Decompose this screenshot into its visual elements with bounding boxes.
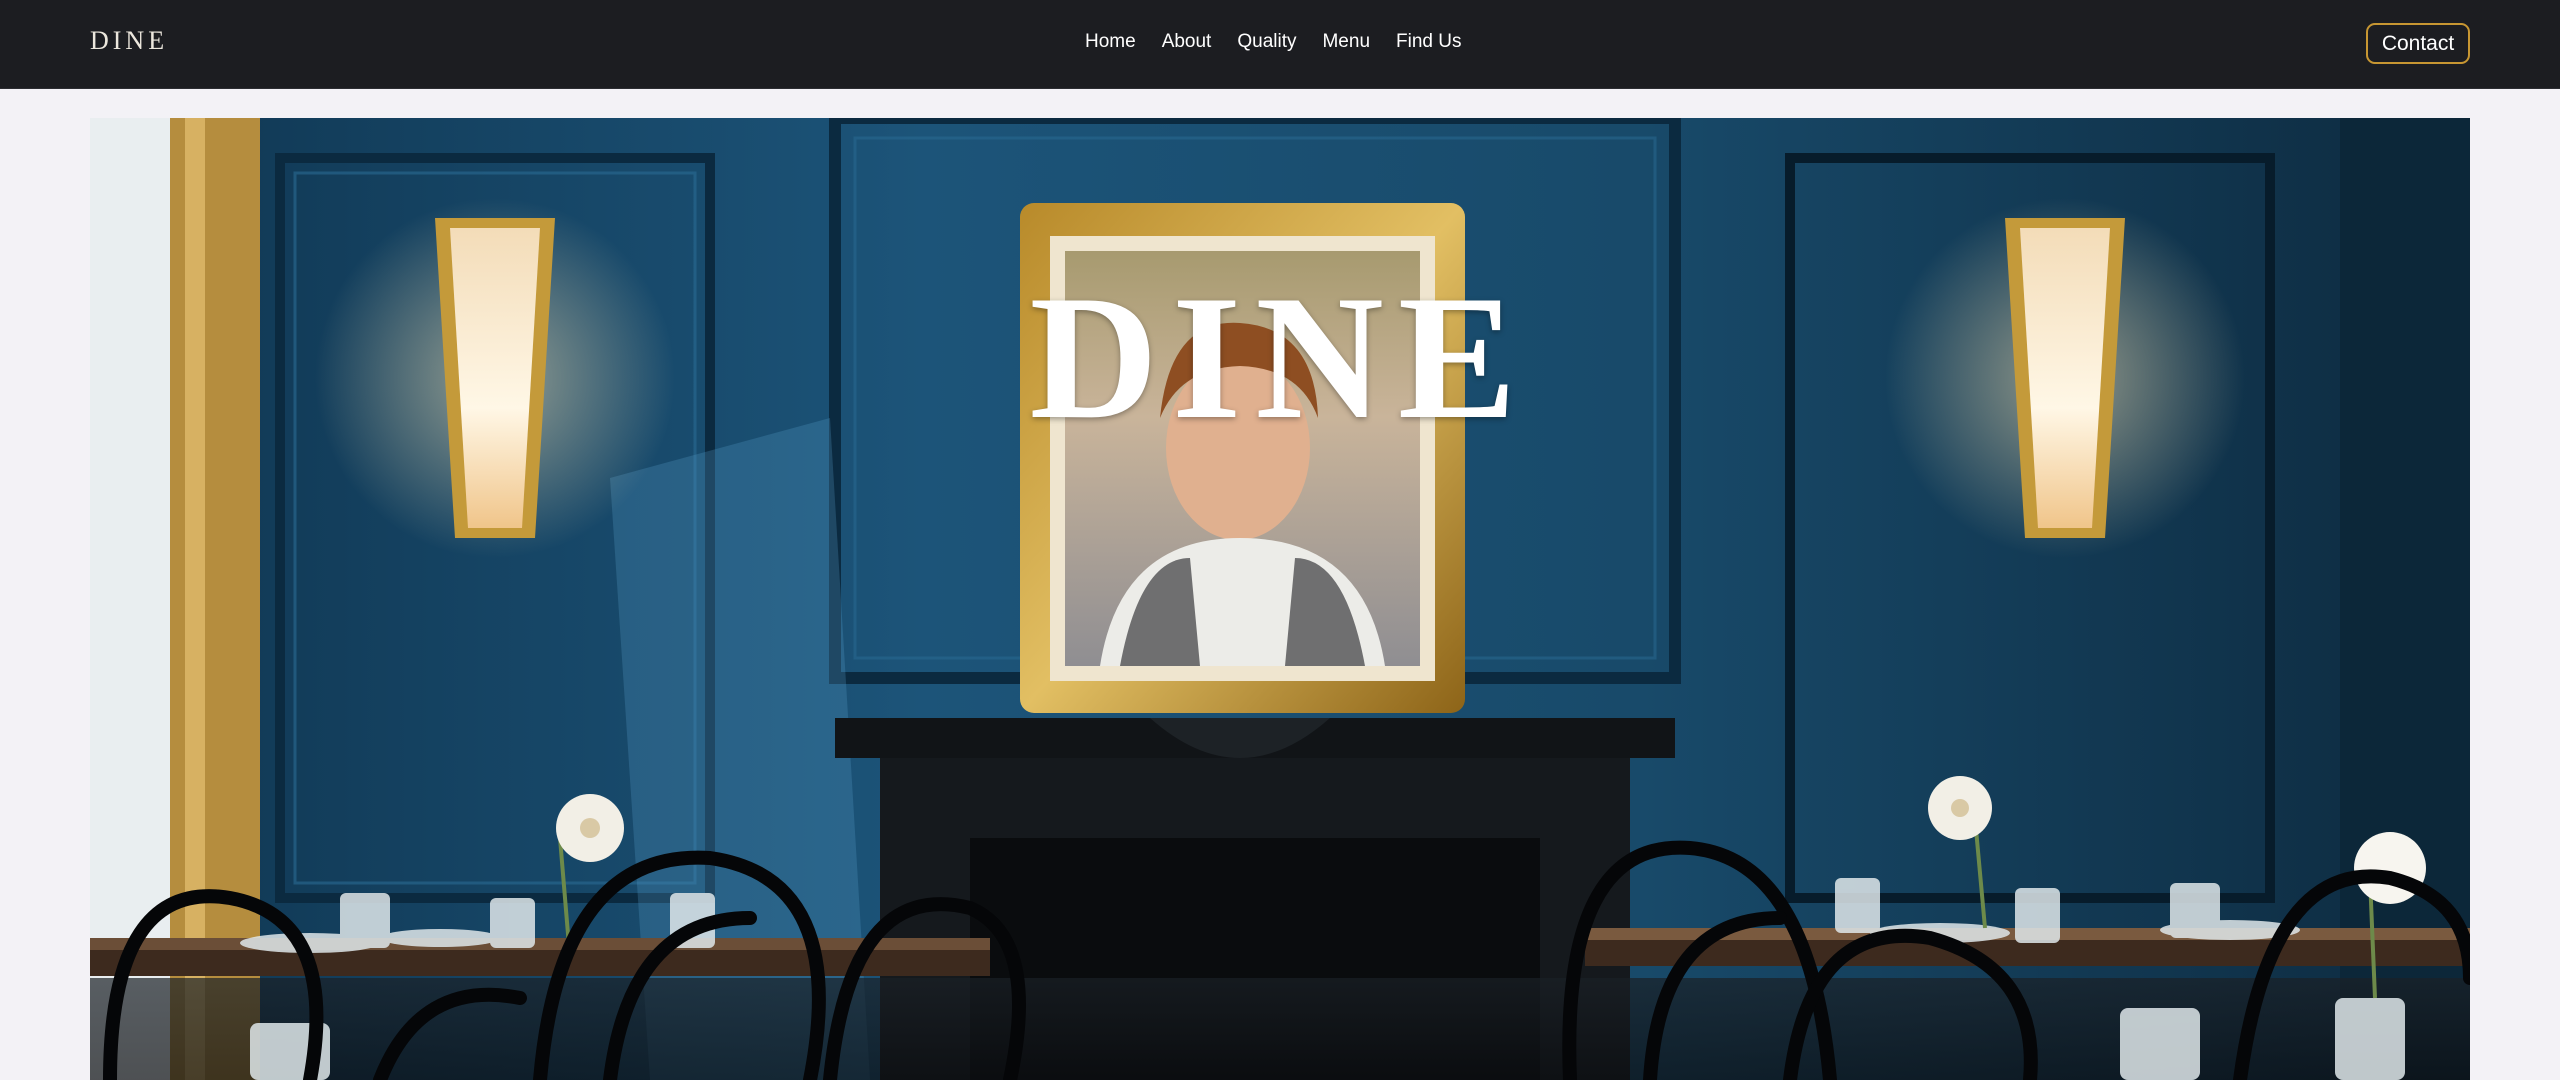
nav-link-home[interactable]: Home <box>1085 31 1136 53</box>
nav-link-find-us[interactable]: Find Us <box>1396 31 1461 53</box>
nav-link-menu[interactable]: Menu <box>1322 31 1370 53</box>
main-nav: Home About Quality Menu Find Us <box>1085 31 1461 53</box>
hero-title: DINE <box>1029 258 1531 456</box>
nav-link-about[interactable]: About <box>1162 31 1212 53</box>
hero-section: DINE <box>90 118 2470 1080</box>
brand-logo[interactable]: DINE <box>90 26 168 56</box>
top-navbar: DINE Home About Quality Menu Find Us Con… <box>0 0 2560 89</box>
nav-link-quality[interactable]: Quality <box>1237 31 1296 53</box>
contact-button[interactable]: Contact <box>2366 23 2470 64</box>
